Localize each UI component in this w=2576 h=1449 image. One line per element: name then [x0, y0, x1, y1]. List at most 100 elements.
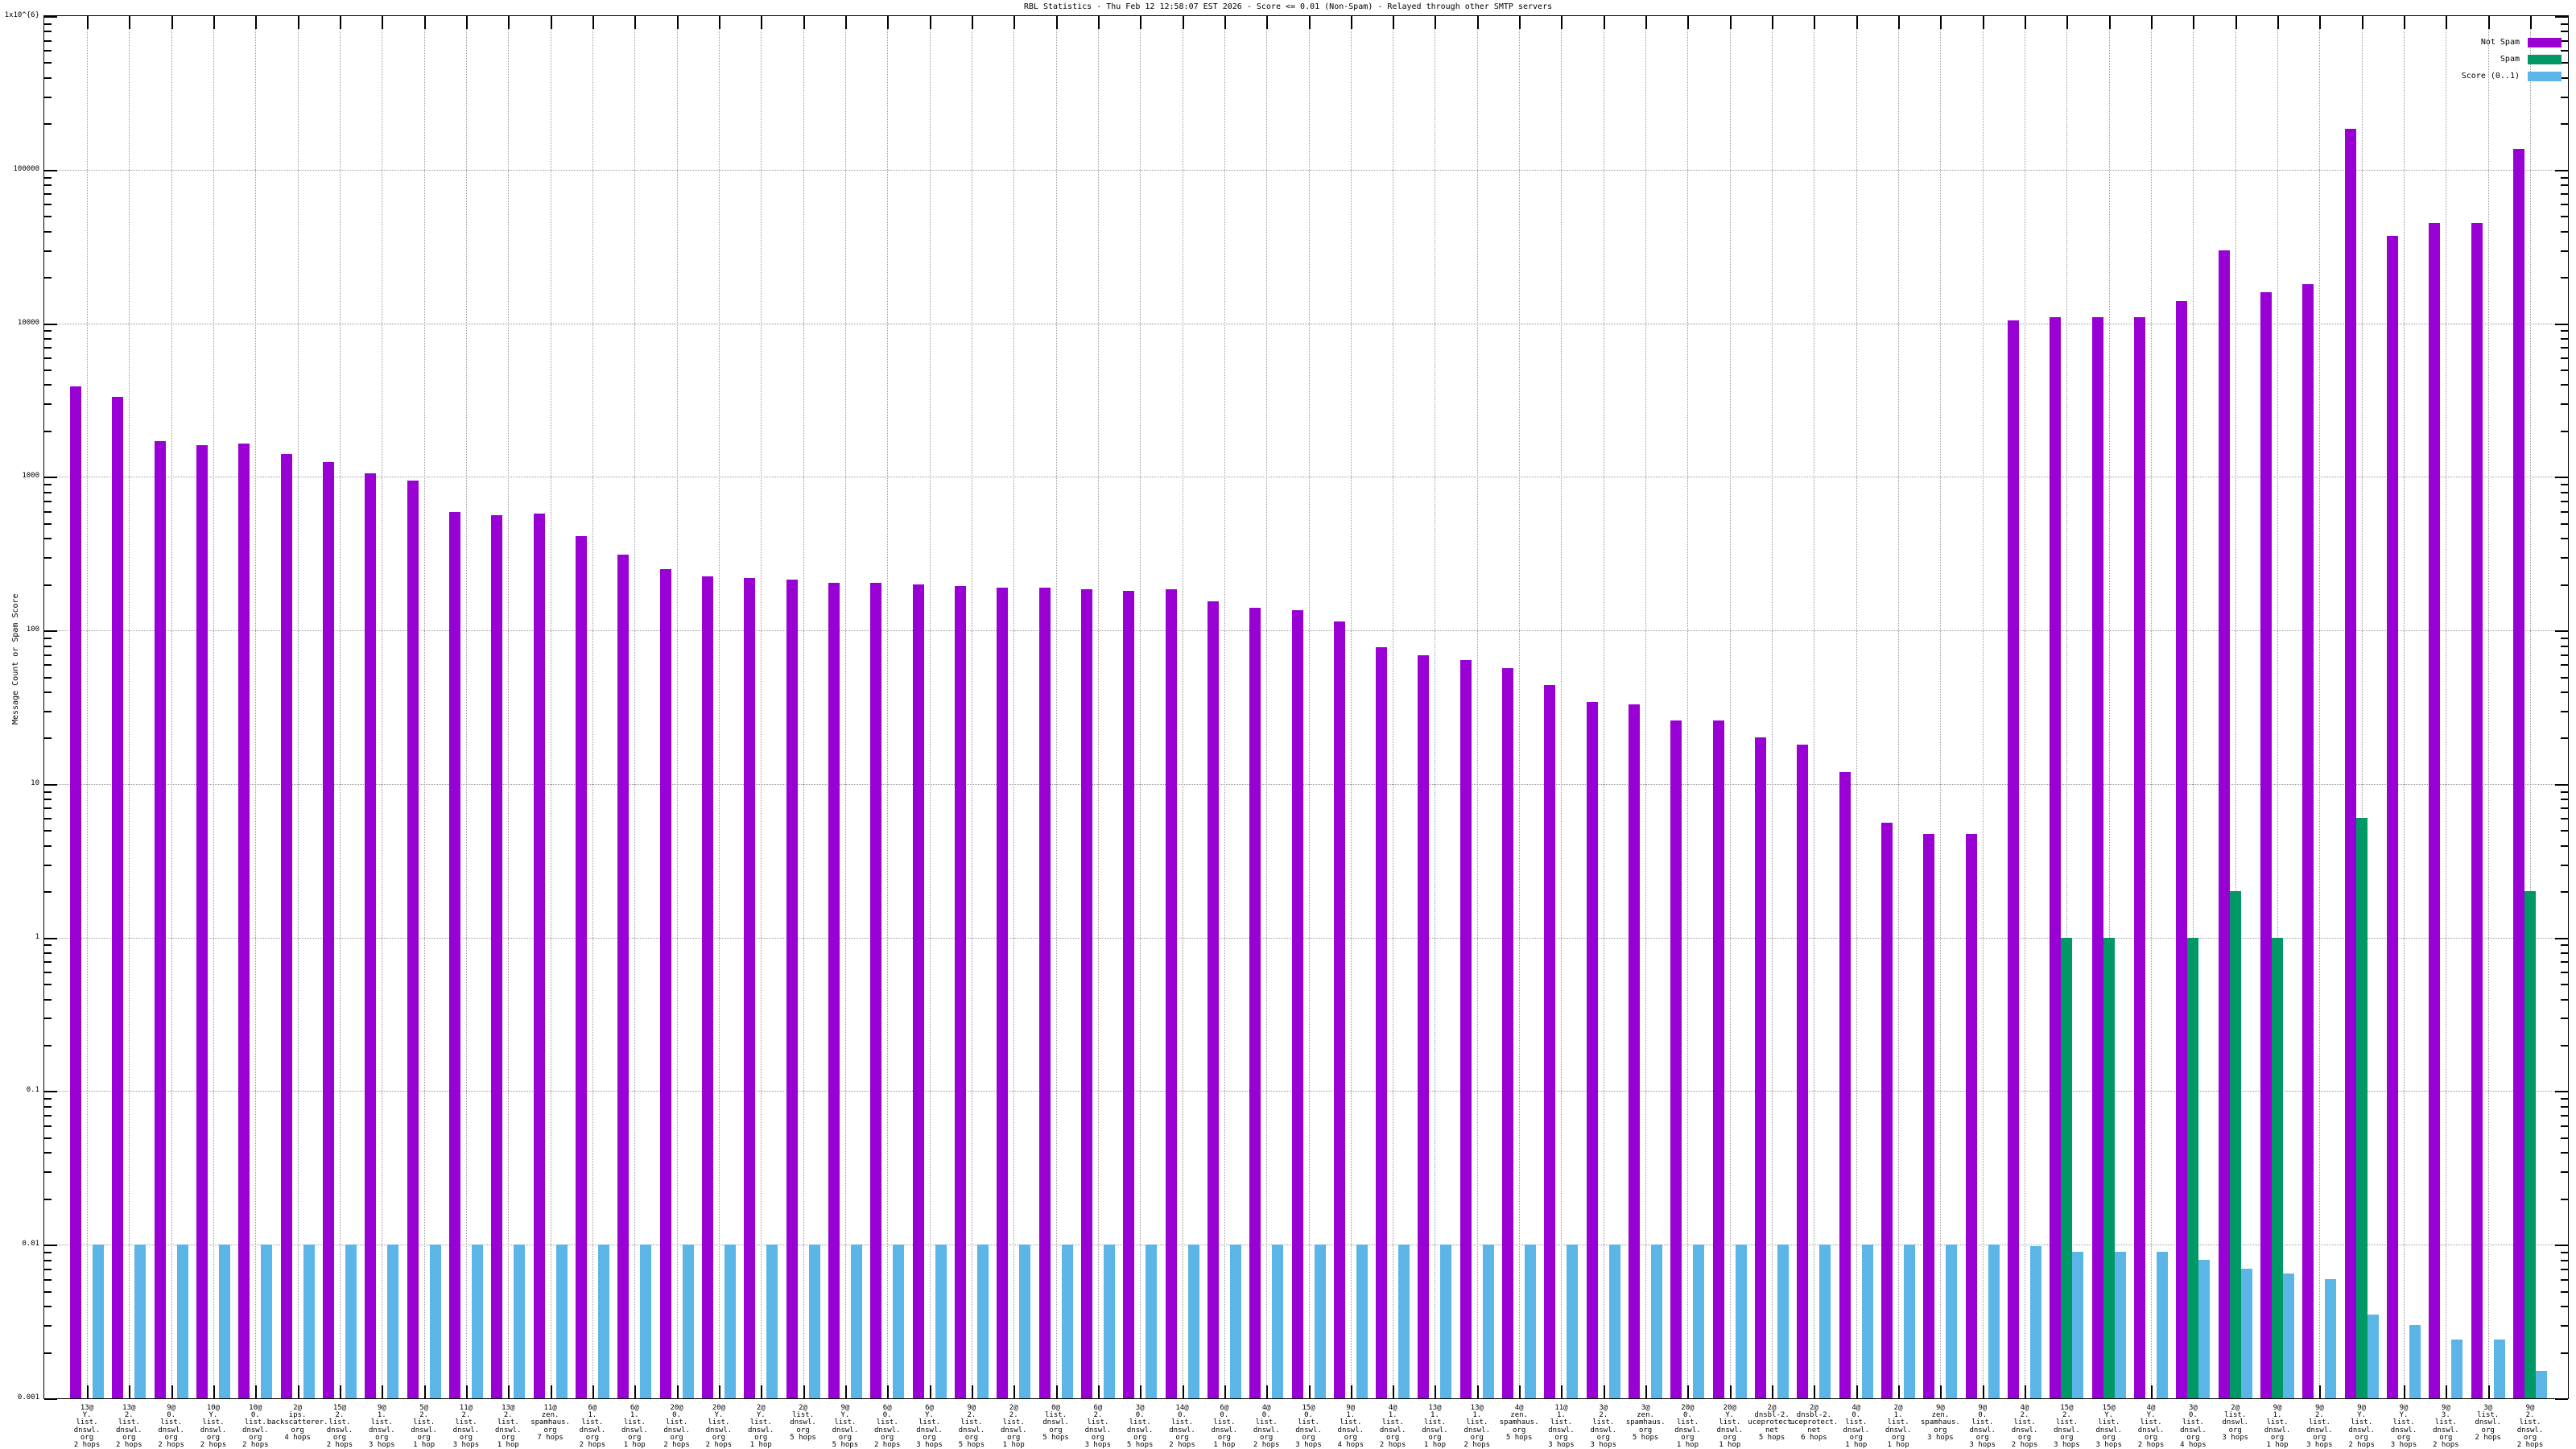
x-tick-bottom	[1224, 1385, 1226, 1398]
score-bar	[893, 1245, 905, 1398]
not-spam-bar	[1712, 720, 1724, 1398]
y-tick-left	[44, 864, 52, 866]
y-tick-left	[44, 403, 52, 406]
x-tick-top	[2446, 16, 2448, 29]
x-tick-top	[1308, 16, 1311, 29]
x-tick-top	[1055, 16, 1058, 29]
x-tick-bottom	[1435, 1385, 1437, 1398]
y-tick-left	[44, 1091, 57, 1093]
y-tick-left	[44, 844, 52, 847]
y-tick-right	[2561, 1290, 2568, 1293]
y-tick-right	[2561, 584, 2568, 586]
x-gridline	[844, 16, 846, 1398]
y-tick-left	[44, 961, 52, 964]
x-gridline	[1055, 16, 1057, 1398]
score-bar	[808, 1245, 820, 1398]
x-gridline	[718, 16, 720, 1398]
y-tick-left	[44, 277, 52, 279]
not-spam-bar	[828, 582, 840, 1398]
y-tick-label: 1x10^{6}	[4, 11, 39, 19]
y-tick-left	[44, 430, 52, 432]
x-tick-top	[1603, 16, 1605, 29]
x-tick-top	[1224, 16, 1226, 29]
score-bar	[1608, 1245, 1620, 1398]
not-spam-bar	[1080, 589, 1092, 1398]
y-tick-right	[2555, 16, 2568, 18]
y-tick-left	[44, 510, 52, 513]
x-tick-top	[508, 16, 510, 29]
y-tick-right	[2561, 522, 2568, 525]
score-bar	[1693, 1245, 1705, 1398]
y-tick-left	[44, 630, 57, 633]
x-gridline	[1224, 16, 1225, 1398]
x-tick-top	[297, 16, 299, 29]
x-tick-bottom	[761, 1385, 763, 1398]
score-bar	[261, 1245, 273, 1398]
y-tick-left	[44, 1018, 52, 1020]
not-spam-bar	[112, 397, 124, 1398]
score-bar	[2030, 1245, 2042, 1398]
score-bar	[1482, 1245, 1494, 1398]
x-gridline	[171, 16, 172, 1398]
not-spam-bar	[701, 576, 713, 1398]
x-tick-top	[1013, 16, 1016, 29]
x-tick-bottom	[1603, 1385, 1605, 1398]
y-tick-right	[2561, 430, 2568, 432]
y-gridline	[44, 630, 2568, 632]
score-bar	[1103, 1245, 1115, 1398]
legend-label-spam: Spam	[2500, 55, 2520, 64]
y-axis-title: Message Count or Spam Score	[11, 593, 20, 724]
y-tick-left	[44, 584, 52, 586]
x-gridline	[1476, 16, 1478, 1398]
x-tick-top	[592, 16, 594, 29]
score-bar	[1440, 1245, 1452, 1398]
x-tick-top	[761, 16, 763, 29]
y-tick-right	[2561, 844, 2568, 847]
not-spam-bar	[1544, 685, 1556, 1398]
x-gridline	[1561, 16, 1563, 1398]
y-tick-right	[2561, 403, 2568, 406]
x-tick-top	[550, 16, 552, 29]
y-tick-right	[2555, 937, 2568, 939]
not-spam-bar	[70, 386, 81, 1398]
score-bar	[2240, 1268, 2252, 1398]
plot-area	[43, 15, 2569, 1400]
not-spam-bar	[954, 585, 966, 1398]
score-bar	[1019, 1245, 1031, 1398]
y-tick-right	[2561, 1198, 2568, 1200]
score-bar	[1567, 1245, 1579, 1398]
y-tick-left	[44, 1198, 52, 1200]
y-tick-left	[44, 1268, 52, 1270]
y-tick-right	[2555, 630, 2568, 633]
x-tick-top	[2151, 16, 2153, 29]
score-bar	[1314, 1245, 1326, 1398]
y-tick-right	[2561, 31, 2568, 33]
x-tick-bottom	[1687, 1385, 1690, 1398]
y-tick-left	[44, 96, 52, 98]
x-gridline	[1898, 16, 1900, 1398]
y-tick-right	[2561, 799, 2568, 801]
x-tick-top	[971, 16, 973, 29]
not-spam-bar	[1333, 621, 1345, 1398]
not-spam-bar	[1291, 610, 1303, 1398]
y-tick-left	[44, 193, 52, 196]
not-spam-bar	[575, 536, 587, 1398]
x-tick-bottom	[1266, 1385, 1269, 1398]
x-tick-bottom	[592, 1385, 594, 1398]
y-tick-right	[2561, 645, 2568, 647]
x-tick-bottom	[1940, 1385, 1942, 1398]
x-gridline	[297, 16, 299, 1398]
y-tick-left	[44, 123, 52, 126]
x-tick-top	[382, 16, 384, 29]
not-spam-bar	[912, 584, 924, 1398]
not-spam-bar	[1418, 654, 1430, 1398]
not-spam-bar	[1165, 589, 1177, 1398]
y-tick-right	[2561, 664, 2568, 667]
y-tick-right	[2561, 357, 2568, 359]
x-tick-top	[465, 16, 468, 29]
not-spam-bar	[1923, 834, 1935, 1398]
x-tick-bottom	[803, 1385, 805, 1398]
score-bar	[2367, 1315, 2379, 1398]
y-tick-right	[2561, 1105, 2568, 1108]
not-spam-bar	[1670, 720, 1682, 1398]
